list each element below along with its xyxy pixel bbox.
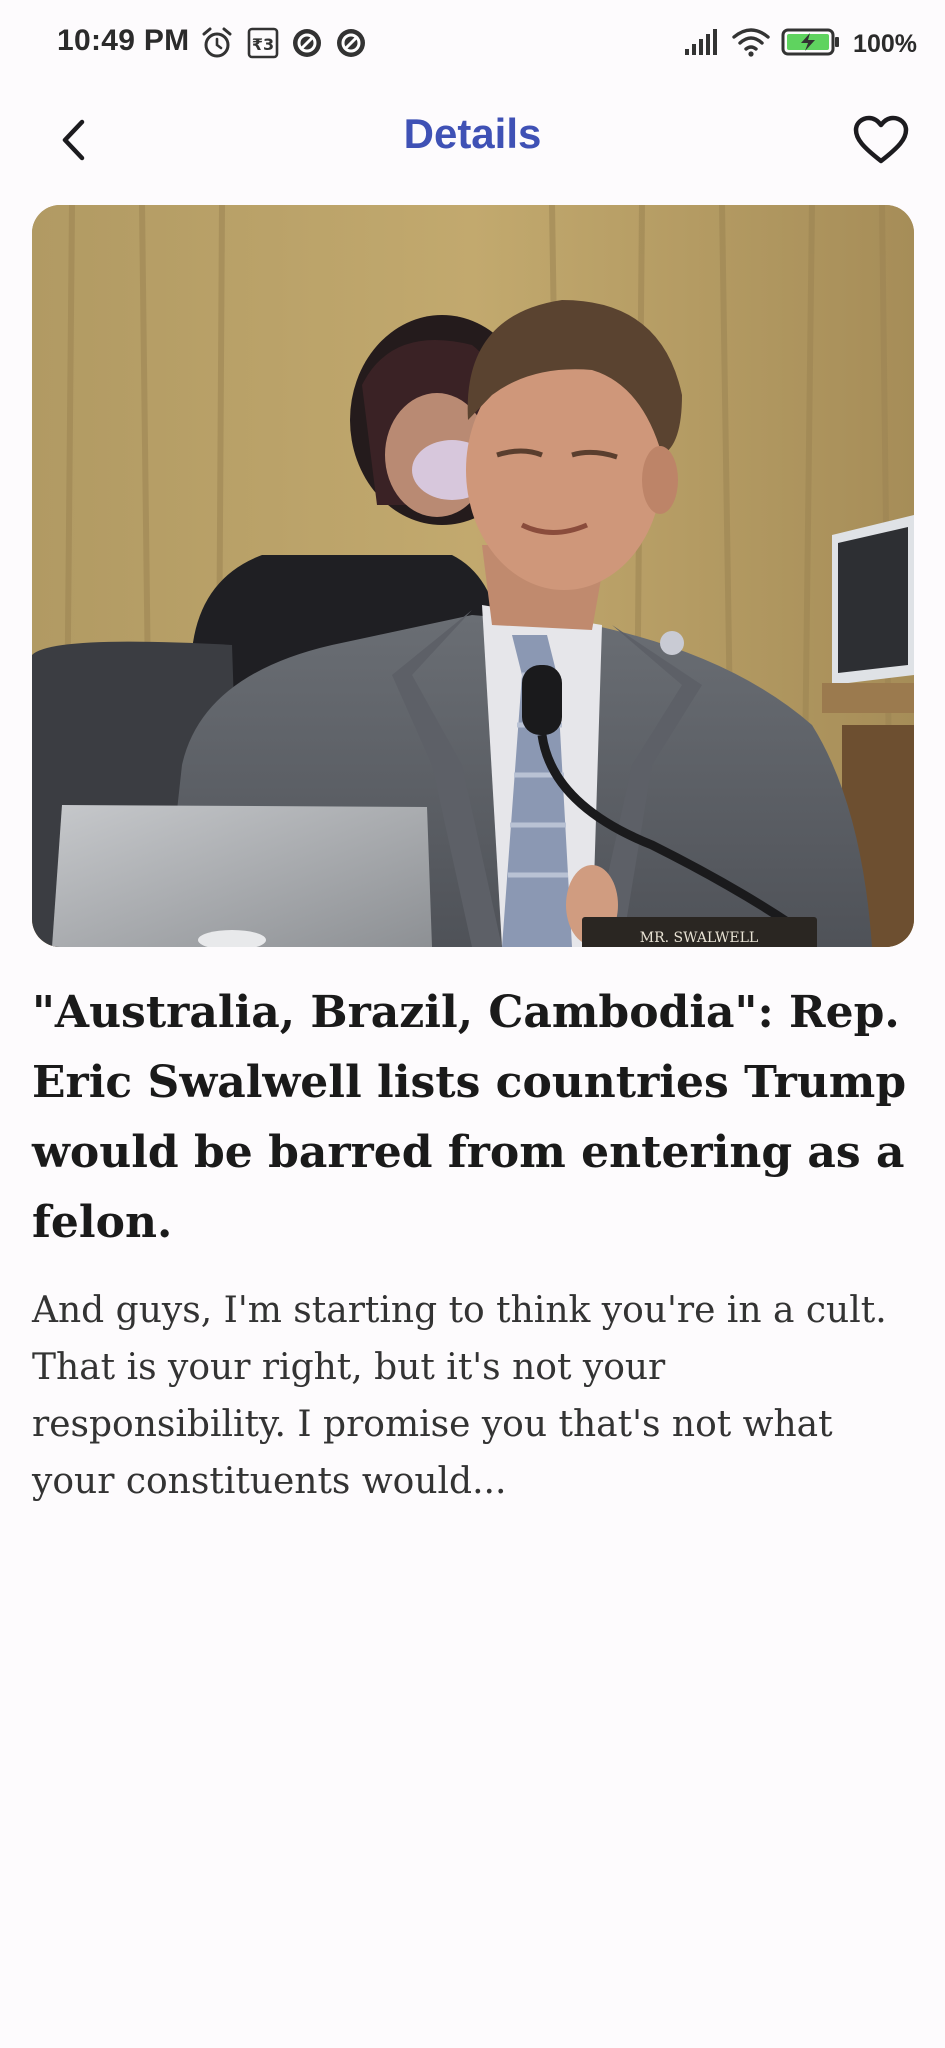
app-notification-icon	[334, 26, 368, 60]
battery-percent: 100%	[853, 29, 917, 58]
rupee-icon: ₹3	[246, 26, 280, 60]
status-time: 10:49 PM	[57, 24, 190, 57]
battery-charging-icon	[781, 27, 841, 62]
status-right-group: 100%	[683, 24, 917, 64]
app-bar: Details	[0, 100, 945, 180]
article-headline: "Australia, Brazil, Cambodia": Rep. Eric…	[32, 987, 907, 1248]
article-image: MR. SWALWELL	[32, 205, 914, 947]
page-title: Details	[403, 110, 542, 157]
app-notification-icon	[290, 26, 324, 60]
heart-outline-icon	[853, 115, 909, 164]
alarm-icon	[200, 26, 234, 60]
article-summary: And guys, I'm starting to think you're i…	[32, 1290, 887, 1502]
signal-icon	[683, 27, 721, 62]
wifi-icon	[731, 26, 771, 63]
favorite-button[interactable]	[847, 106, 915, 174]
svg-text:₹3: ₹3	[252, 35, 274, 54]
nameplate-text: MR. SWALWELL	[640, 930, 758, 946]
status-bar: 10:49 PM ₹3 100%	[0, 0, 945, 86]
